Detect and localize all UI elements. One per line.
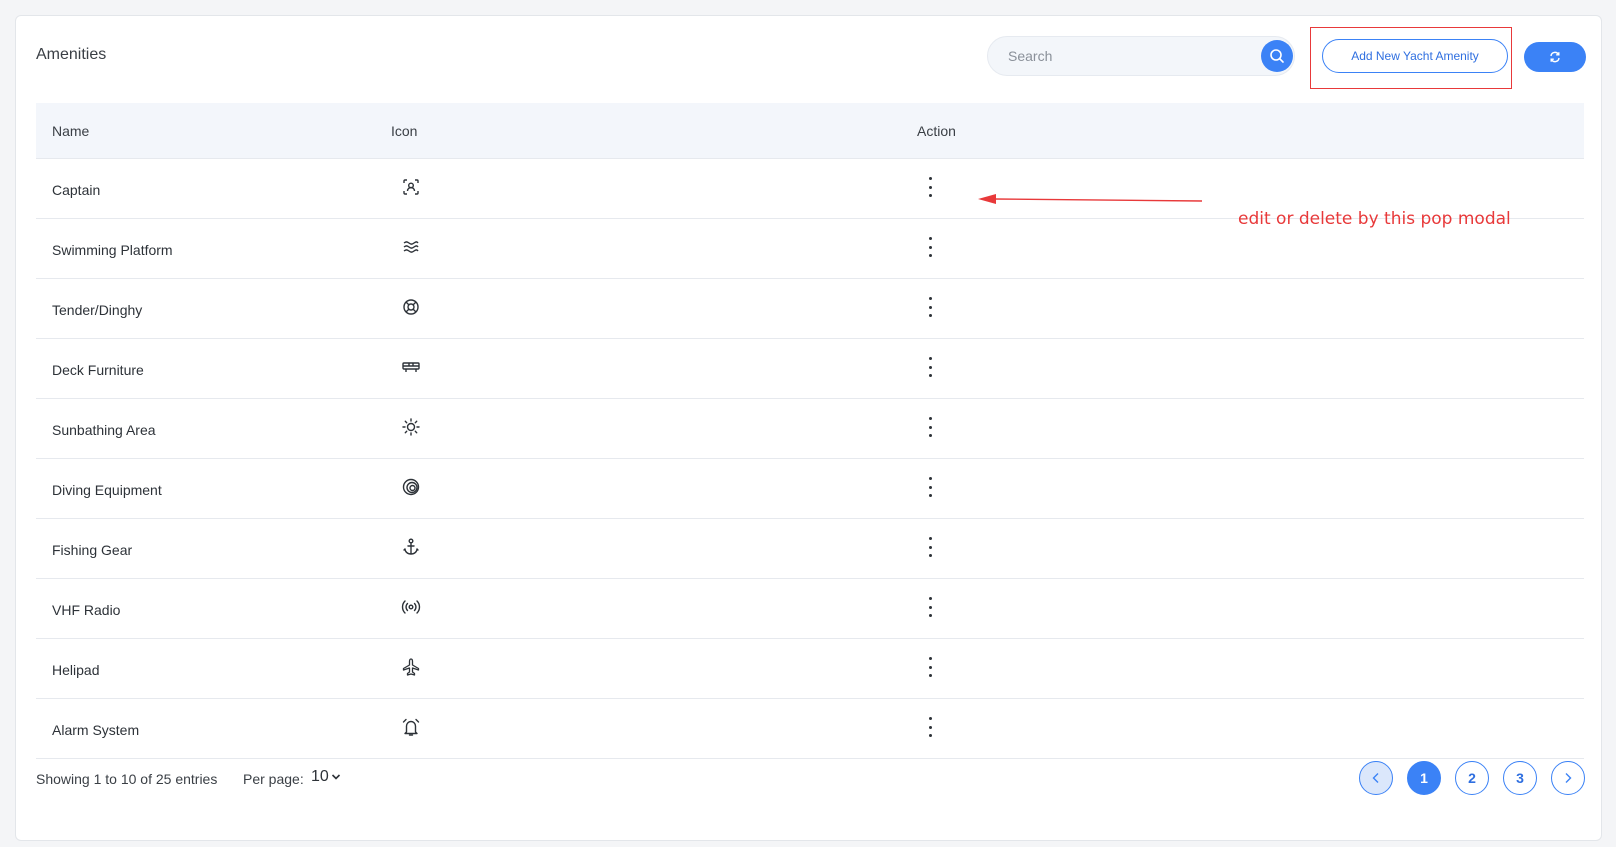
next-page-button[interactable] [1551, 761, 1585, 795]
row-actions-button[interactable] [924, 176, 936, 198]
table-header: Name Icon Action [36, 103, 1584, 159]
row-actions-button[interactable] [924, 656, 936, 678]
table-row: Diving Equipment [36, 459, 1584, 519]
amenity-name: Deck Furniture [52, 362, 144, 378]
row-actions-button[interactable] [924, 356, 936, 378]
life-buoy-icon [403, 299, 419, 315]
column-header-name: Name [52, 123, 90, 139]
annotation-text: edit or delete by this pop modal [1238, 209, 1511, 229]
row-actions-button[interactable] [924, 416, 936, 438]
amenity-name: Sunbathing Area [52, 422, 156, 438]
search-input[interactable] [988, 37, 1258, 75]
table-row: VHF Radio [36, 579, 1584, 639]
user-scan-icon [403, 179, 419, 195]
chevron-left-icon [1372, 773, 1379, 783]
waves-icon [403, 241, 419, 253]
table-row: Fishing Gear [36, 519, 1584, 579]
refresh-icon [1550, 51, 1560, 63]
chevron-right-icon [1565, 773, 1572, 783]
table-row: Alarm System [36, 699, 1584, 759]
row-actions-button[interactable] [924, 236, 936, 258]
add-yacht-amenity-button[interactable]: Add New Yacht Amenity [1322, 39, 1508, 73]
row-actions-button[interactable] [924, 596, 936, 618]
table-row: Deck Furniture [36, 339, 1584, 399]
search-box [987, 36, 1295, 76]
amenity-name: Diving Equipment [52, 482, 162, 498]
row-actions-button[interactable] [924, 716, 936, 738]
plane-icon [402, 658, 420, 676]
amenities-table: Name Icon Action Captain Swimming Platfo… [36, 103, 1584, 759]
table-row: Helipad [36, 639, 1584, 699]
pagination: 1 2 3 [16, 761, 1601, 797]
amenity-name: Tender/Dinghy [52, 302, 143, 318]
search-icon [1270, 49, 1284, 63]
refresh-button[interactable] [1524, 42, 1586, 72]
amenity-name: Alarm System [52, 722, 140, 738]
amenity-name: VHF Radio [52, 602, 121, 618]
amenity-name: Helipad [52, 662, 100, 678]
column-header-action: Action [917, 123, 956, 139]
page-button-1[interactable]: 1 [1407, 761, 1441, 795]
row-actions-button[interactable] [924, 536, 936, 558]
annotation-arrow [978, 194, 1203, 204]
prev-page-button[interactable] [1359, 761, 1393, 795]
row-actions-button[interactable] [924, 476, 936, 498]
alarm-clock-icon [402, 718, 420, 736]
spiral-icon [402, 478, 420, 496]
sun-icon [402, 418, 420, 436]
amenity-name: Swimming Platform [52, 242, 173, 258]
amenities-card: Amenities Add New Yacht Amenity Name Ico… [15, 15, 1602, 841]
search-button[interactable] [1261, 40, 1293, 72]
radio-signal-icon [401, 600, 421, 614]
page-title: Amenities [36, 46, 107, 63]
column-header-icon: Icon [391, 123, 418, 139]
page-button-3[interactable]: 3 [1503, 761, 1537, 795]
anchor-icon [403, 538, 419, 555]
amenity-name: Fishing Gear [52, 542, 133, 558]
row-actions-button[interactable] [924, 296, 936, 318]
page-button-2[interactable]: 2 [1455, 761, 1489, 795]
table-row: Sunbathing Area [36, 399, 1584, 459]
table-row: Tender/Dinghy [36, 279, 1584, 339]
amenity-name: Captain [52, 182, 101, 198]
sofa-icon [402, 362, 420, 372]
